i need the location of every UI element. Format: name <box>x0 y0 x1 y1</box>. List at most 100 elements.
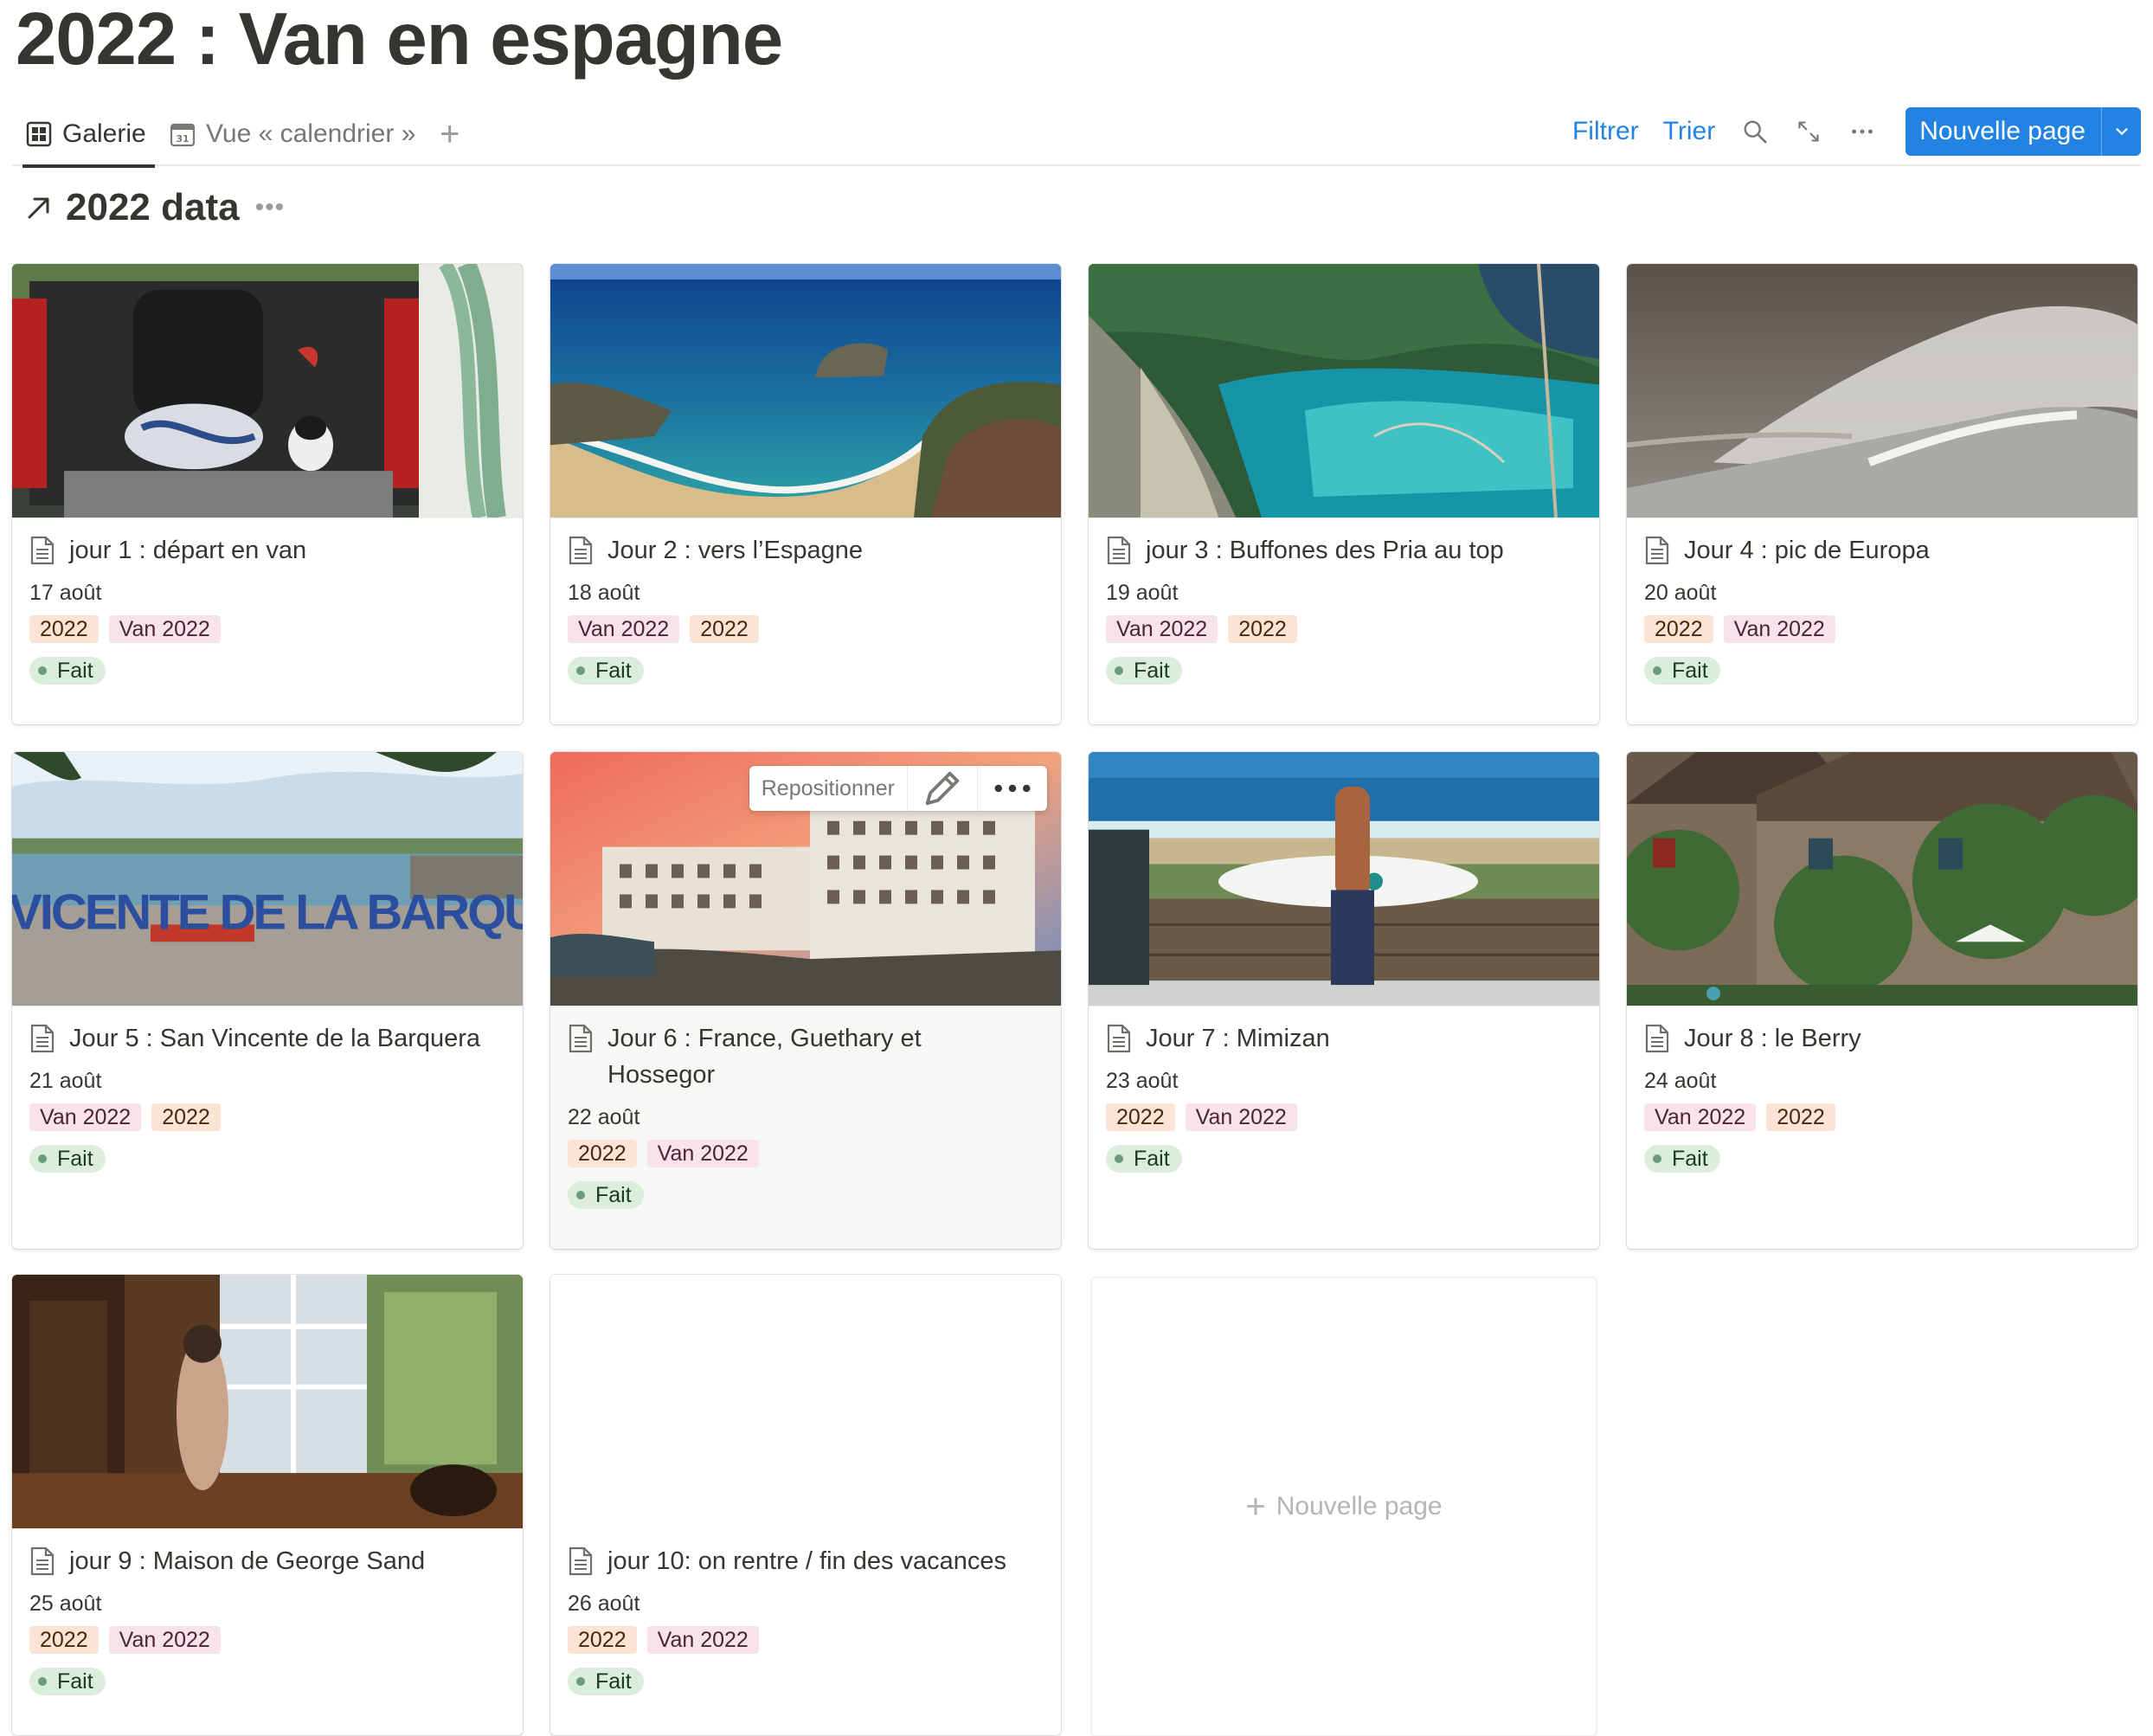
tab-gallery[interactable]: Galerie <box>22 102 155 168</box>
gallery-card[interactable]: Jour 2 : vers l’Espagne 18 août Van 2022… <box>550 264 1061 724</box>
card-title[interactable]: jour 1 : départ en van <box>29 532 505 569</box>
plus-icon: + <box>1245 1487 1266 1526</box>
chevron-down-icon[interactable] <box>2101 107 2141 156</box>
card-cover-image <box>550 264 1061 518</box>
card-date: 18 août <box>568 581 640 605</box>
gallery-card[interactable]: Repositionner Jour 6 : France, Guethary … <box>550 752 1061 1249</box>
status-dot <box>1653 1154 1661 1163</box>
card-tags: 2022 Van 2022 <box>29 615 505 643</box>
card-tags: 2022 Van 2022 <box>568 1140 1044 1167</box>
more-icon[interactable] <box>1848 118 1876 145</box>
tag: 2022 <box>29 615 99 643</box>
page-icon <box>29 536 55 565</box>
card-tags: 2022 Van 2022 <box>29 1626 505 1654</box>
card-title[interactable]: Jour 4 : pic de Europa <box>1644 532 2120 569</box>
filter-button[interactable]: Filtrer <box>1572 117 1639 146</box>
tag: Van 2022 <box>646 1140 759 1167</box>
gallery-card[interactable]: Jour 4 : pic de Europa 20 août 2022 Van … <box>1627 264 2137 724</box>
card-title[interactable]: jour 3 : Buffones des Pria au top <box>1106 532 1582 569</box>
svg-text:31: 31 <box>176 133 189 145</box>
status-label: Fait <box>595 1182 632 1207</box>
tag: 2022 <box>1228 615 1297 643</box>
expand-icon[interactable] <box>1795 118 1822 145</box>
tag: Van 2022 <box>568 615 680 643</box>
status-badge: Fait <box>1106 657 1182 685</box>
status-label: Fait <box>1134 658 1170 683</box>
page-icon <box>29 1024 55 1053</box>
add-view-button[interactable]: + <box>440 102 460 166</box>
tag: Van 2022 <box>1644 1103 1757 1131</box>
card-cover-empty <box>550 1275 1061 1529</box>
tag: 2022 <box>690 615 759 643</box>
new-page-label: Nouvelle page <box>1919 117 2086 145</box>
sort-button[interactable]: Trier <box>1663 117 1716 146</box>
tag: Van 2022 <box>1106 615 1218 643</box>
tag: Van 2022 <box>1723 615 1835 643</box>
tag: 2022 <box>568 1140 637 1167</box>
card-title[interactable]: jour 10: on rentre / fin des vacances <box>568 1543 1044 1579</box>
view-actions: Filtrer Trier Nouvelle page <box>1548 107 2141 156</box>
card-title-text: Jour 8 : le Berry <box>1684 1025 1861 1052</box>
gallery-card[interactable]: Jour 8 : le Berry 24 août Van 2022 2022 … <box>1627 752 2137 1249</box>
card-cover-image <box>12 1275 523 1529</box>
tab-calendar[interactable]: 31 Vue « calendrier » <box>170 102 415 166</box>
tag: Van 2022 <box>1185 1103 1297 1131</box>
card-tags: Van 2022 2022 <box>568 615 1044 643</box>
database-title[interactable]: 2022 data <box>66 186 240 229</box>
gallery-card[interactable]: SAN VICENTE DE LA BARQUERA Jour 5 : San … <box>12 752 523 1249</box>
pencil-icon[interactable] <box>908 766 978 811</box>
new-page-button[interactable]: Nouvelle page <box>1906 107 2141 156</box>
gallery-card[interactable]: Jour 7 : Mimizan 23 août 2022 Van 2022 F… <box>1089 752 1599 1249</box>
status-dot <box>576 1677 585 1686</box>
page-icon <box>568 1024 594 1053</box>
status-badge: Fait <box>1644 657 1720 685</box>
status-dot <box>576 1191 585 1199</box>
status-label: Fait <box>1672 1146 1708 1171</box>
reposition-button[interactable]: Repositionner <box>749 766 908 811</box>
card-cover-image: Repositionner <box>550 752 1061 1006</box>
status-badge: Fait <box>568 1181 644 1209</box>
status-label: Fait <box>1134 1146 1170 1171</box>
status-dot <box>1653 666 1661 675</box>
card-title[interactable]: Jour 2 : vers l’Espagne <box>568 532 1044 569</box>
gallery-card[interactable]: jour 1 : départ en van 17 août 2022 Van … <box>12 264 523 724</box>
card-title[interactable]: Jour 8 : le Berry <box>1644 1020 2120 1057</box>
database-title-row: 2022 data ••• <box>24 182 285 234</box>
gallery-card[interactable]: jour 9 : Maison de George Sand 25 août 2… <box>12 1275 523 1735</box>
card-date: 17 août <box>29 581 102 605</box>
gallery-card[interactable]: jour 3 : Buffones des Pria au top 19 aoû… <box>1089 264 1599 724</box>
card-title-text: Jour 2 : vers l’Espagne <box>607 537 863 564</box>
card-date: 24 août <box>1644 1069 1717 1093</box>
card-tags: 2022 Van 2022 <box>568 1626 1044 1654</box>
gallery-card[interactable]: jour 10: on rentre / fin des vacances 26… <box>550 1275 1061 1735</box>
status-dot <box>576 666 585 675</box>
status-badge: Fait <box>568 657 644 685</box>
new-page-card[interactable]: + Nouvelle page <box>1090 1276 1597 1736</box>
card-title[interactable]: Jour 7 : Mimizan <box>1106 1020 1582 1057</box>
card-date: 19 août <box>1106 581 1179 605</box>
status-label: Fait <box>1672 658 1708 683</box>
calendar-icon: 31 <box>170 121 196 147</box>
tab-label: Vue « calendrier » <box>206 119 416 148</box>
card-cover-image: SAN VICENTE DE LA BARQUERA <box>12 752 523 1006</box>
status-dot <box>38 1154 47 1163</box>
page-icon <box>1106 536 1132 565</box>
status-label: Fait <box>595 1668 632 1694</box>
tag: 2022 <box>151 1103 221 1131</box>
card-title[interactable]: jour 9 : Maison de George Sand <box>29 1543 505 1579</box>
tag: Van 2022 <box>646 1626 759 1654</box>
status-dot <box>38 666 47 675</box>
status-dot <box>1115 1154 1123 1163</box>
card-date: 20 août <box>1644 581 1717 605</box>
more-icon[interactable] <box>978 766 1047 811</box>
page-title[interactable]: 2022 : Van en espagne <box>16 0 783 80</box>
status-label: Fait <box>57 658 93 683</box>
card-tags: 2022 Van 2022 <box>1106 1103 1582 1131</box>
page-icon <box>29 1546 55 1576</box>
tag: 2022 <box>1644 615 1713 643</box>
card-title[interactable]: Jour 6 : France, Guethary et Hossegor <box>568 1020 1044 1093</box>
search-icon[interactable] <box>1741 118 1769 145</box>
card-tags: Van 2022 2022 <box>1106 615 1582 643</box>
card-title[interactable]: Jour 5 : San Vincente de la Barquera <box>29 1020 505 1057</box>
more-icon[interactable]: ••• <box>255 193 286 222</box>
